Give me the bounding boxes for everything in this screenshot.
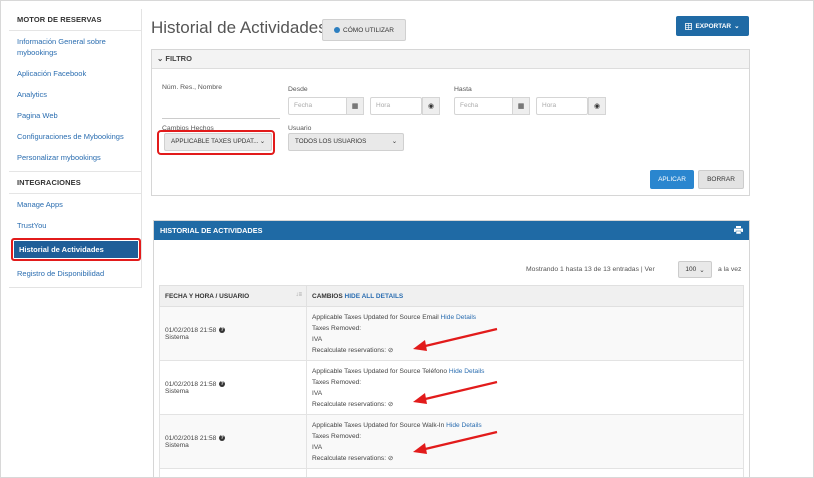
row-change: Applicable Taxes Updated for Source Walk… <box>312 421 445 429</box>
col-changes-label: CAMBIOS <box>312 292 343 300</box>
help-button-label: CÓMO UTILIZAR <box>343 26 394 34</box>
per-page-value: 100 <box>685 266 697 273</box>
app-window: MOTOR DE RESERVAS Información General so… <box>0 0 814 478</box>
sidebar-item-pagina-web[interactable]: Pagina Web <box>9 105 141 126</box>
sidebar-section-integraciones: INTEGRACIONES <box>9 172 141 194</box>
usuario-select[interactable]: TODOS LOS USUARIOS ⌄ <box>288 133 404 151</box>
desde-hora-input[interactable]: Hora <box>370 97 422 115</box>
row-removed: Taxes Removed: <box>312 378 362 386</box>
entries-info: Mostrando 1 hasta 13 de 13 entradas | Ve… <box>526 266 655 273</box>
row-change: Applicable Taxes Updated for Source Emai… <box>312 313 439 321</box>
row-recalc: Recalculate reservations: ⊘ <box>312 454 394 462</box>
print-icon[interactable] <box>734 226 743 234</box>
row-tax: IVA <box>312 335 323 343</box>
date-cell: 01/02/2018 21:58 ? Sistema <box>159 414 307 469</box>
cambios-select[interactable]: APPLICABLE TAXES UPDAT... ⌄ <box>164 133 272 151</box>
row-tax: IVA <box>312 443 323 451</box>
col-date-label: FECHA Y HORA / USUARIO <box>165 292 250 300</box>
table-header-row: FECHA Y HORA / USUARIO ↓≡ CAMBIOS HIDE A… <box>159 285 744 307</box>
table-icon <box>685 22 693 30</box>
hide-all-details-link[interactable]: HIDE ALL DETAILS <box>345 293 404 300</box>
row-removed: Taxes Removed: <box>312 324 362 332</box>
sidebar-item-registro-disponibilidad[interactable]: Registro de Disponibilidad <box>9 263 141 284</box>
sort-icon[interactable]: ↓≡ <box>295 292 302 298</box>
hide-details-link[interactable]: Hide Details <box>446 422 482 429</box>
help-button[interactable]: CÓMO UTILIZAR <box>322 19 406 41</box>
history-title: HISTORIAL DE ACTIVIDADES <box>160 226 263 235</box>
row-removed: Taxes Removed: <box>312 432 362 440</box>
per-page-select[interactable]: 100 ⌄ <box>678 261 712 278</box>
question-icon[interactable]: ? <box>219 434 226 441</box>
chevron-down-icon: ⌄ <box>157 54 164 63</box>
sidebar-item-info-general[interactable]: Información General sobre mybookings <box>9 31 141 63</box>
export-button[interactable]: EXPORTAR ⌄ <box>676 16 749 36</box>
sidebar-section-motor: MOTOR DE RESERVAS <box>9 9 141 31</box>
changes-cell: Applicable Taxes Updated for Source Telé… <box>306 360 744 415</box>
export-button-label: EXPORTAR <box>695 22 732 30</box>
filter-body: Núm. Res., Nombre Desde Fecha ▦ Hora ◉ H… <box>152 69 749 195</box>
row-user: Sistema <box>165 441 189 449</box>
table-row <box>159 468 744 477</box>
page-title: Historial de Actividades <box>151 18 327 37</box>
num-res-label: Núm. Res., Nombre <box>162 84 223 91</box>
changes-cell: Applicable Taxes Updated for Source Emai… <box>306 306 744 361</box>
per-page-suffix: a la vez <box>718 266 742 273</box>
row-date: 01/02/2018 21:58 <box>165 434 217 442</box>
col-changes-header: CAMBIOS HIDE ALL DETAILS <box>306 285 744 307</box>
clock-icon[interactable]: ◉ <box>422 97 440 115</box>
chevron-down-icon: ⌄ <box>259 138 265 145</box>
col-date-header[interactable]: FECHA Y HORA / USUARIO ↓≡ <box>159 285 307 307</box>
calendar-icon[interactable]: ▦ <box>512 97 530 115</box>
history-header: HISTORIAL DE ACTIVIDADES <box>154 221 749 240</box>
cambios-select-value: APPLICABLE TAXES UPDAT... <box>171 138 259 145</box>
info-icon <box>334 27 341 33</box>
hasta-hora-input[interactable]: Hora <box>536 97 588 115</box>
filter-title: FILTRO <box>165 54 192 63</box>
annotation-arrow <box>413 430 498 454</box>
sidebar-item-configuraciones[interactable]: Configuraciones de Mybookings <box>9 126 141 147</box>
annotation-arrow <box>413 380 498 404</box>
hasta-fecha-input[interactable]: Fecha <box>454 97 514 115</box>
hasta-label: Hasta <box>454 86 472 93</box>
changes-cell: Applicable Taxes Updated for Source Walk… <box>306 414 744 469</box>
desde-label: Desde <box>288 86 308 93</box>
row-user: Sistema <box>165 333 189 341</box>
clock-icon[interactable]: ◉ <box>588 97 606 115</box>
row-date: 01/02/2018 21:58 <box>165 326 217 334</box>
sidebar-item-personalizar[interactable]: Personalizar mybookings <box>9 147 141 168</box>
sidebar-item-historial[interactable]: Historial de Actividades <box>11 238 141 261</box>
filter-header[interactable]: ⌄ FILTRO <box>152 50 749 69</box>
question-icon[interactable]: ? <box>219 380 226 387</box>
apply-button[interactable]: APLICAR <box>650 170 694 189</box>
desde-fecha-input[interactable]: Fecha <box>288 97 348 115</box>
row-recalc: Recalculate reservations: ⊘ <box>312 400 394 408</box>
usuario-label: Usuario <box>288 125 312 132</box>
num-res-input[interactable] <box>162 100 280 119</box>
annotation-arrow <box>413 327 498 351</box>
date-cell: 01/02/2018 21:58 ? Sistema <box>159 360 307 415</box>
chevron-down-icon: ⌄ <box>734 23 740 30</box>
sidebar: MOTOR DE RESERVAS Información General so… <box>9 9 142 288</box>
calendar-icon[interactable]: ▦ <box>346 97 364 115</box>
chevron-down-icon: ⌄ <box>391 138 397 145</box>
hide-details-link[interactable]: Hide Details <box>449 368 485 375</box>
usuario-select-value: TODOS LOS USUARIOS <box>295 138 367 145</box>
sidebar-item-manage-apps[interactable]: Manage Apps <box>9 194 141 215</box>
date-cell: 01/02/2018 21:58 ? Sistema <box>159 306 307 361</box>
row-user: Sistema <box>165 387 189 395</box>
sidebar-item-analytics[interactable]: Analytics <box>9 84 141 105</box>
row-date: 01/02/2018 21:58 <box>165 380 217 388</box>
chevron-down-icon: ⌄ <box>699 266 705 274</box>
row-recalc: Recalculate reservations: ⊘ <box>312 346 394 354</box>
question-icon[interactable]: ? <box>219 326 226 333</box>
hide-details-link[interactable]: Hide Details <box>441 314 477 321</box>
row-change: Applicable Taxes Updated for Source Telé… <box>312 367 448 375</box>
sidebar-item-facebook[interactable]: Aplicación Facebook <box>9 63 141 84</box>
sidebar-item-trustyou[interactable]: TrustYou <box>9 215 141 236</box>
clear-button[interactable]: BORRAR <box>698 170 744 189</box>
row-tax: IVA <box>312 389 323 397</box>
filter-panel: ⌄ FILTRO Núm. Res., Nombre Desde Fecha ▦… <box>151 49 750 196</box>
